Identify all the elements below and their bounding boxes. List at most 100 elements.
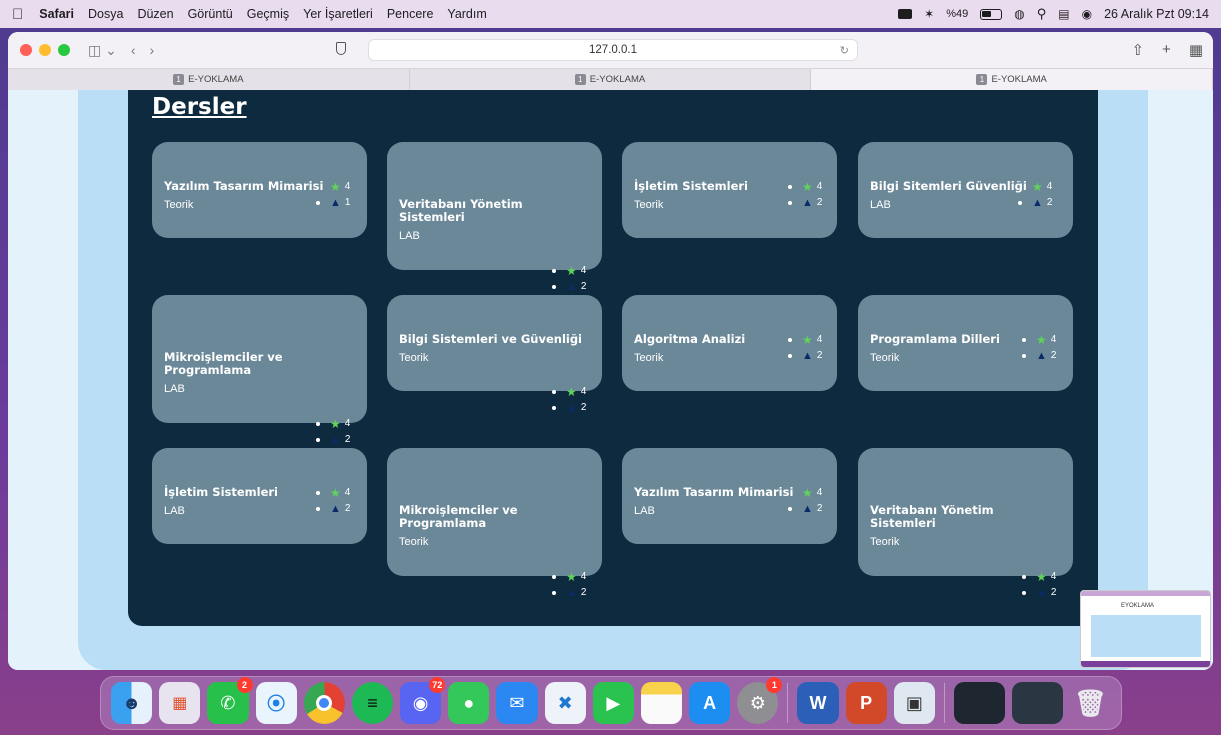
safari-icon[interactable]: ⦿ [255,682,297,724]
apple-menu-icon[interactable]:  [12,6,23,23]
search-icon[interactable]: ⚲ [1037,6,1047,22]
courses-panel: Dersler Yazılım Tasarım Mimarisi Teorik … [128,90,1098,626]
spotify-icon[interactable]: ≡ [351,682,394,724]
control-center-icon[interactable]: ▤ [1058,7,1069,21]
warning-count: 2 [580,587,587,598]
course-type: Teorik [870,536,900,548]
star-icon: ★ [802,180,813,194]
course-type: LAB [399,230,420,242]
system-settings-icon[interactable]: ⚙ 1 [737,677,783,724]
menu-yer-isaretleri[interactable]: Yer İşaretleri [303,7,373,21]
warning-icon: ▲ [566,587,577,599]
vscode-icon[interactable]: ✖ [544,682,586,724]
warning-count: 2 [1046,197,1053,208]
forward-icon[interactable]: › [150,42,155,58]
powerpoint-icon[interactable]: P [845,682,887,724]
menubar-datetime[interactable]: 26 Aralık Pzt 09:14 [1104,7,1209,21]
back-icon[interactable]: ‹ [131,42,136,58]
course-stats: ★ 4 ▲ 2 [1018,179,1052,211]
menu-goruntu[interactable]: Görüntü [188,7,233,21]
page-title: Dersler [152,94,247,120]
discord-icon[interactable]: ◉ 72 [400,677,446,724]
notes-icon[interactable] [640,682,683,724]
course-card[interactable]: Veritabanı Yönetim Sistemleri LAB [387,142,602,270]
thumbnail-content [1091,615,1201,657]
course-type: Teorik [399,536,429,548]
warning-icon: ▲ [1032,197,1043,209]
course-stats: ★ 4 ▲ 2 [316,416,350,448]
tab-e-yoklama-2[interactable]: 1 E-YOKLAMA [410,69,812,90]
trash-icon[interactable]: 🗑 [1070,682,1111,724]
chrome-icon[interactable] [303,682,345,724]
course-name: Bilgi Sitemleri Güvenliği [870,180,1027,193]
keyboard-icon[interactable] [898,9,913,19]
course-stats: ★ 4 ▲ 2 [788,485,822,517]
star-icon: ★ [566,385,577,399]
star-icon: ★ [1032,180,1043,194]
minimize-window-button[interactable] [39,44,51,56]
mail-icon[interactable]: ✉ [496,682,538,724]
course-name: Mikroişlemciler ve Programlama [399,503,518,530]
course-name: Bilgi Sistemleri ve Güvenliği [399,332,583,346]
menu-duzen[interactable]: Düzen [137,7,173,21]
tab-e-yoklama-1[interactable]: 1 E-YOKLAMA [8,69,410,90]
tab-e-yoklama-3[interactable]: 1 E-YOKLAMA [811,69,1213,90]
address-bar[interactable]: 127.0.0.1 ↻ [368,39,858,61]
battery-icon[interactable] [980,8,1003,20]
minimized-window-icon[interactable] [1011,682,1063,724]
tab-favicon: 1 [574,74,586,85]
menu-dosya[interactable]: Dosya [88,7,123,21]
star-count: 4 [344,487,351,498]
thumbnail-dock [1081,661,1210,667]
screen-mirroring-icon[interactable]: ◍ [1014,7,1024,21]
zoom-window-button[interactable] [58,44,70,56]
star-icon: ★ [802,333,813,347]
tab-label: E-YOKLAMA [188,74,244,85]
reload-icon[interactable]: ↻ [840,44,849,57]
tab-bar: 1 E-YOKLAMA 1 E-YOKLAMA 1 E-YOKLAMA [8,68,1213,90]
course-name: Mikroişlemciler ve Programlama [164,350,283,377]
warning-count: 2 [816,350,823,361]
warning-icon: ▲ [802,350,813,362]
privacy-shield-icon[interactable] [336,42,346,55]
app-store-icon[interactable]: A [689,682,731,724]
bluetooth-icon[interactable]: ✶ [924,7,934,21]
new-tab-icon[interactable]: + [1162,41,1171,59]
minimized-window-icon[interactable] [953,682,1005,724]
share-icon[interactable]: ⇧ [1131,41,1144,59]
word-icon[interactable]: W [797,682,839,724]
finder-icon[interactable]: ☻ [111,682,153,724]
messages-icon[interactable]: ● [448,682,490,724]
screenshot-thumbnail[interactable]: EYOKLAMA [1080,590,1211,668]
star-count: 4 [580,386,587,397]
whatsapp-icon[interactable]: ✆ 2 [207,677,253,724]
dock-separator [943,683,945,723]
tab-overview-icon[interactable]: ▦ [1189,41,1203,59]
course-card[interactable]: Mikroişlemciler ve Programlama LAB [152,295,367,423]
menu-safari[interactable]: Safari [39,7,74,21]
course-stats: ★ 4 ▲ 2 [552,569,586,601]
menu-pencere[interactable]: Pencere [387,7,434,21]
close-window-button[interactable] [20,44,32,56]
notification-badge: 72 [429,677,446,693]
facetime-icon[interactable]: ▶ [592,682,634,724]
course-name: Veritabanı Yönetim Sistemleri [870,503,994,530]
course-stats: ★ 4 ▲ 2 [1022,332,1056,364]
battery-percent[interactable]: %49 [946,8,968,20]
warning-count: 2 [580,402,587,413]
menu-yardim[interactable]: Yardım [447,7,486,21]
course-card[interactable]: Mikroişlemciler ve Programlama Teorik [387,448,602,576]
menu-bar:  Safari Dosya Düzen Görüntü Geçmiş Yer … [0,0,1221,28]
warning-icon: ▲ [566,281,577,293]
siri-icon[interactable]: ◉ [1082,7,1092,21]
preview-icon[interactable]: ▣ [893,682,935,724]
sidebar-toggle-icon[interactable]: ◫ ⌄ [88,42,117,59]
star-icon: ★ [1036,570,1047,584]
warning-count: 2 [580,281,587,292]
menu-gecmis[interactable]: Geçmiş [247,7,289,21]
star-count: 4 [1050,334,1057,345]
course-card[interactable]: Veritabanı Yönetim Sistemleri Teorik [858,448,1073,576]
course-card[interactable]: Bilgi Sistemleri ve Güvenliği Teorik [387,295,602,391]
launchpad-icon[interactable]: ▦ [159,682,201,724]
course-stats: ★ 4 ▲ 1 [316,179,350,211]
